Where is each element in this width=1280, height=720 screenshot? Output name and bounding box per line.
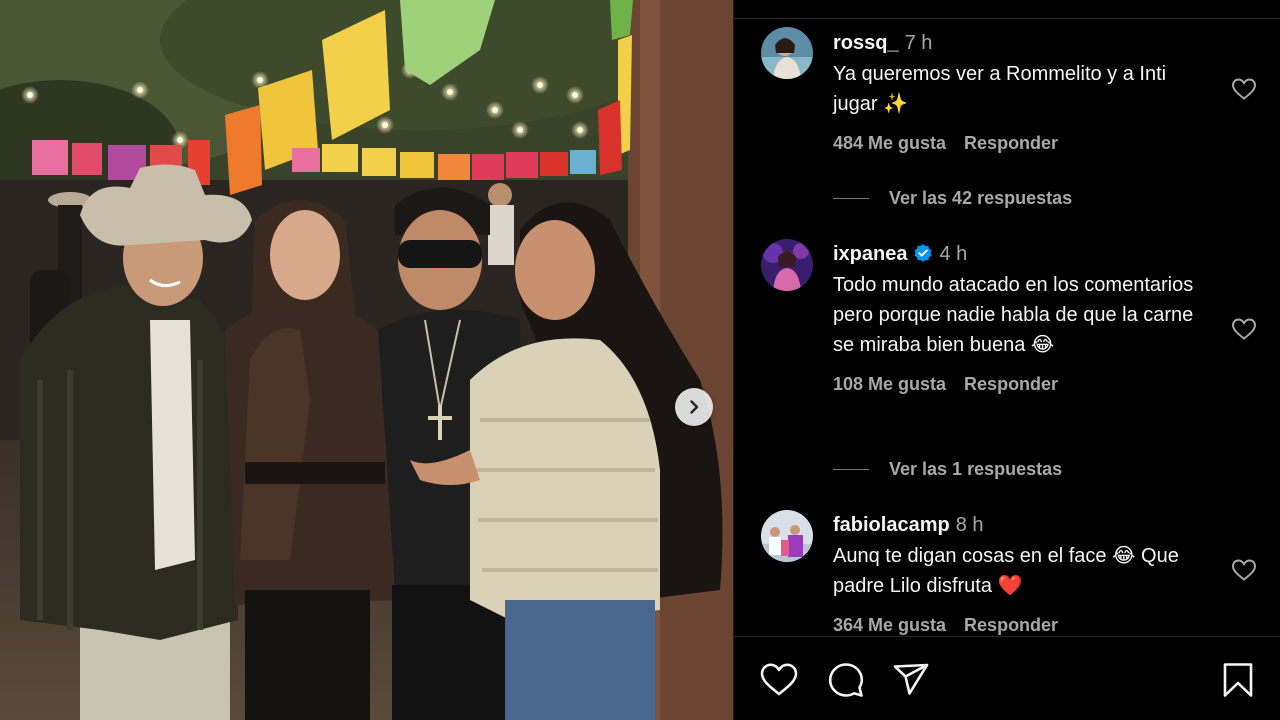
comment-body: ixpanea 4 h Todo mundo atacado en los co… bbox=[833, 240, 1213, 395]
avatar[interactable] bbox=[761, 239, 813, 291]
heart-icon bbox=[1231, 559, 1257, 581]
paper-plane-icon bbox=[893, 663, 929, 695]
comment-text: Aunq te digan cosas en el face 😂 Que pad… bbox=[833, 545, 1179, 597]
heart-icon bbox=[1231, 318, 1257, 340]
comment-bubble-icon bbox=[828, 663, 864, 697]
comment-time: 4 h bbox=[939, 243, 968, 265]
comment-text: Ya queremos ver a Rommelito y a Inti jug… bbox=[833, 63, 1167, 115]
view-replies-label: Ver las 42 respuestas bbox=[889, 187, 1073, 208]
comment-time: 7 h bbox=[904, 32, 933, 54]
comment-likes[interactable]: 484 Me gusta bbox=[833, 133, 946, 153]
heart-icon bbox=[1231, 78, 1257, 100]
view-replies-button[interactable]: Ver las 42 respuestas bbox=[833, 186, 1072, 210]
photo-scene bbox=[0, 0, 733, 720]
heart-icon bbox=[760, 663, 798, 696]
comment-text: Todo mundo atacado en los comentarios pe… bbox=[833, 274, 1194, 356]
comment-body: rossq_ 7 h Ya queremos ver a Rommelito y … bbox=[833, 29, 1213, 154]
comment-meta: 364 Me gusta Responder bbox=[833, 615, 1213, 636]
comment-button[interactable] bbox=[826, 660, 866, 700]
comment-header: fabiolacamp 8 h bbox=[833, 511, 1213, 539]
divider bbox=[734, 636, 1280, 637]
comment-like-button[interactable] bbox=[1231, 317, 1257, 341]
comment-likes[interactable]: 364 Me gusta bbox=[833, 615, 946, 635]
avatar[interactable] bbox=[761, 510, 813, 562]
comment-likes[interactable]: 108 Me gusta bbox=[833, 374, 946, 394]
post-photo[interactable] bbox=[0, 0, 733, 720]
comment-time: 8 h bbox=[955, 514, 984, 536]
avatar[interactable] bbox=[761, 27, 813, 79]
like-button[interactable] bbox=[759, 660, 799, 700]
comment-meta: 484 Me gusta Responder bbox=[833, 133, 1213, 154]
view-replies-button[interactable]: Ver las 1 respuestas bbox=[833, 457, 1062, 481]
comment-username[interactable]: fabiolacamp bbox=[833, 514, 950, 536]
save-button[interactable] bbox=[1218, 660, 1258, 700]
comment-like-button[interactable] bbox=[1231, 558, 1257, 582]
view-replies-label: Ver las 1 respuestas bbox=[889, 458, 1063, 479]
comment-username[interactable]: rossq_ bbox=[833, 32, 899, 54]
verified-badge-icon bbox=[914, 244, 933, 262]
chevron-right-icon bbox=[690, 400, 699, 414]
replies-line bbox=[833, 468, 869, 470]
comment-meta: 108 Me gusta Responder bbox=[833, 374, 1213, 395]
comments-panel[interactable]: rossq_ 7 h Ya queremos ver a Rommelito y … bbox=[733, 0, 1280, 720]
divider bbox=[734, 18, 1280, 19]
bookmark-icon bbox=[1223, 663, 1253, 697]
comment-header: rossq_ 7 h bbox=[833, 29, 1213, 57]
share-button[interactable] bbox=[891, 660, 931, 700]
replies-line bbox=[833, 197, 869, 199]
reply-button[interactable]: Responder bbox=[964, 133, 1058, 153]
comment-username[interactable]: ixpanea bbox=[833, 243, 907, 265]
reply-button[interactable]: Responder bbox=[964, 374, 1058, 394]
comment-body: fabiolacamp 8 h Aunq te digan cosas en el… bbox=[833, 511, 1213, 636]
carousel-next-button[interactable] bbox=[675, 388, 713, 426]
comment-like-button[interactable] bbox=[1231, 77, 1257, 101]
reply-button[interactable]: Responder bbox=[964, 615, 1058, 635]
comment-header: ixpanea 4 h bbox=[833, 240, 1213, 268]
